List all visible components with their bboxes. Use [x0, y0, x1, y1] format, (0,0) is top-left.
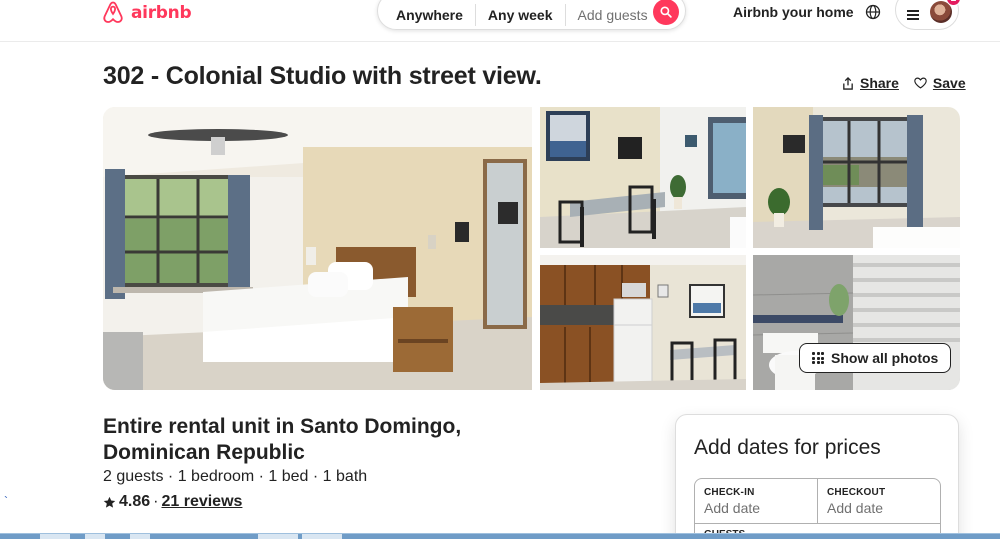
- host-link[interactable]: Airbnb your home: [733, 4, 854, 20]
- booking-card: Add dates for prices CHECK-IN Add date C…: [675, 414, 959, 539]
- window-photo-image: [753, 107, 960, 248]
- show-all-photos-button[interactable]: Show all photos: [799, 343, 952, 373]
- rating-row: 4.86 · 21 reviews: [103, 493, 242, 511]
- share-button[interactable]: Share: [842, 75, 899, 91]
- share-icon: [843, 76, 853, 90]
- show-all-photos-label: Show all photos: [831, 350, 939, 366]
- hamburger-icon: [907, 10, 919, 20]
- grid-icon: [812, 352, 824, 364]
- dining-photo-image: [540, 107, 746, 248]
- booking-title: Add dates for prices: [694, 436, 881, 459]
- checkin-field[interactable]: CHECK-IN Add date: [695, 479, 818, 523]
- photo-kitchen[interactable]: [540, 255, 746, 390]
- search-icon: [660, 6, 672, 18]
- date-picker[interactable]: CHECK-IN Add date CHECKOUT Add date GUES…: [694, 478, 941, 539]
- cursor-mark: `: [4, 494, 8, 508]
- top-navigation: airbnb Anywhere Any week Add guests Airb…: [0, 0, 1000, 42]
- airbnb-logo[interactable]: airbnb: [101, 0, 192, 26]
- search-location-button[interactable]: Anywhere: [378, 7, 475, 23]
- taskbar-item[interactable]: [85, 534, 105, 539]
- page-title: 302 - Colonial Studio with street view.: [103, 62, 542, 90]
- airbnb-logo-icon: [103, 1, 123, 23]
- kitchen-photo-image: [540, 255, 746, 390]
- checkout-label: CHECKOUT: [827, 487, 886, 498]
- search-dates-button[interactable]: Any week: [476, 7, 565, 23]
- share-label: Share: [860, 75, 899, 91]
- heart-icon: [914, 77, 927, 89]
- checkout-value: Add date: [827, 500, 884, 516]
- star-icon: [103, 496, 116, 508]
- search-bar[interactable]: Anywhere Any week Add guests: [377, 0, 686, 30]
- logo-text: airbnb: [131, 3, 192, 23]
- photo-dining-area[interactable]: [540, 107, 746, 248]
- photo-main-bedroom[interactable]: [103, 107, 532, 390]
- rating-separator: ·: [153, 493, 159, 510]
- search-guests-button[interactable]: Add guests: [566, 7, 660, 23]
- checkin-label: CHECK-IN: [704, 487, 755, 498]
- search-submit-button[interactable]: [653, 0, 679, 25]
- listing-summary: 2 guests · 1 bedroom · 1 bed · 1 bath: [103, 468, 368, 485]
- globe-icon[interactable]: [865, 4, 881, 20]
- listing-heading: Entire rental unit in Santo Domingo, Dom…: [103, 415, 462, 464]
- taskbar-item[interactable]: [302, 534, 342, 539]
- taskbar-item[interactable]: [258, 534, 298, 539]
- user-menu-button[interactable]: 2: [895, 0, 961, 30]
- date-divider: [695, 523, 940, 524]
- taskbar-item[interactable]: [40, 534, 70, 539]
- os-taskbar: [0, 533, 1000, 539]
- rating-value: 4.86: [119, 493, 151, 510]
- checkout-field[interactable]: CHECKOUT Add date: [818, 479, 942, 523]
- checkin-value: Add date: [704, 500, 761, 516]
- save-button[interactable]: Save: [914, 75, 966, 91]
- listing-actions: Share Save: [842, 75, 966, 91]
- bedroom-photo-image: [103, 107, 532, 390]
- taskbar-item[interactable]: [130, 534, 150, 539]
- reviews-link[interactable]: 21 reviews: [161, 493, 242, 511]
- photo-window-view[interactable]: [753, 107, 960, 248]
- save-label: Save: [932, 75, 966, 91]
